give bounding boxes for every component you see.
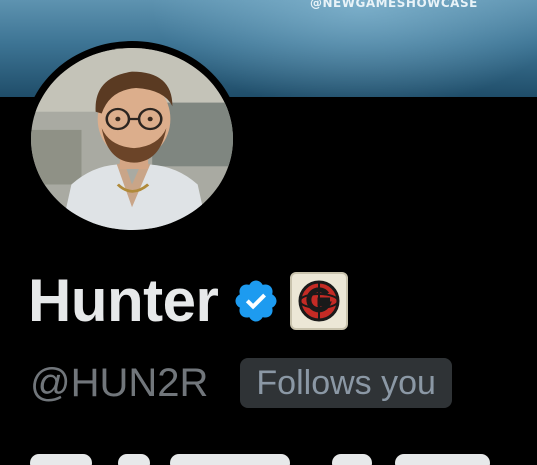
cutoff-glyph: [30, 454, 92, 465]
user-handle: @HUN2R: [30, 361, 209, 405]
follows-you-badge: Follows you: [240, 358, 452, 408]
banner-handle-text: @NEWGAMESHOWCASE: [310, 0, 478, 10]
name-row: Hunter: [28, 267, 349, 334]
display-name: Hunter: [28, 267, 219, 334]
g-logo-icon: [298, 280, 340, 322]
cutoff-glyph: [170, 454, 290, 465]
verified-badge-icon[interactable]: [232, 277, 280, 325]
affiliation-g-logo-icon[interactable]: [290, 272, 349, 330]
avatar[interactable]: [24, 41, 240, 237]
avatar-photo: [31, 48, 233, 230]
handle-row: @HUN2R Follows you: [30, 356, 452, 410]
cutoff-glyph: [395, 454, 490, 465]
cutoff-glyph: [118, 454, 150, 465]
cutoff-glyph: [332, 454, 372, 465]
cutoff-text-row: [0, 448, 537, 465]
